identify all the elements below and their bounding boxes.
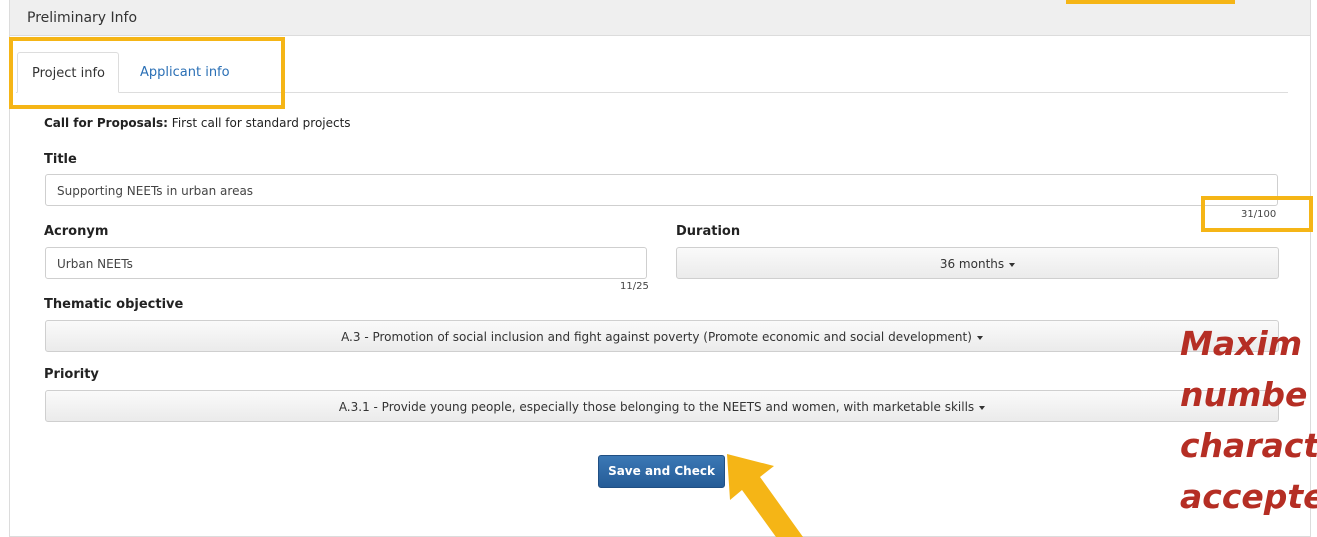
thematic-objective-selected: A.3 - Promotion of social inclusion and … bbox=[341, 330, 972, 344]
annotation-line: numbe bbox=[1180, 375, 1308, 414]
chevron-down-icon bbox=[1009, 262, 1016, 267]
annotation-line: Maxim bbox=[1180, 324, 1303, 363]
annotation-arrow-icon bbox=[727, 454, 803, 537]
counter-highlight bbox=[1201, 196, 1313, 232]
call-for-proposals-value: First call for standard projects bbox=[171, 116, 351, 130]
panel-title: Preliminary Info bbox=[27, 10, 138, 26]
duration-selected: 36 months bbox=[939, 257, 1005, 271]
chevron-down-icon bbox=[976, 335, 983, 340]
acronym-input-value: Urban NEETs bbox=[57, 257, 133, 271]
priority-selected: A.3.1 - Provide young people, especially… bbox=[338, 400, 975, 414]
acronym-label: Acronym bbox=[44, 224, 109, 239]
highlight-fragment-top bbox=[1066, 0, 1235, 4]
call-for-proposals: Call for Proposals: First call for stand… bbox=[44, 116, 351, 130]
annotation-line: charact bbox=[1180, 426, 1317, 465]
acronym-char-counter: 11/25 bbox=[620, 281, 649, 292]
acronym-input[interactable]: Urban NEETs bbox=[45, 247, 647, 279]
title-input-value: Supporting NEETs in urban areas bbox=[57, 184, 254, 198]
annotation-text: Maxim numbe charact accepte bbox=[1180, 318, 1317, 522]
thematic-objective-label: Thematic objective bbox=[44, 297, 184, 312]
duration-label: Duration bbox=[676, 224, 741, 239]
call-for-proposals-label: Call for Proposals: bbox=[44, 116, 168, 130]
priority-dropdown[interactable]: A.3.1 - Provide young people, especially… bbox=[45, 390, 1279, 422]
duration-dropdown[interactable]: 36 months bbox=[676, 247, 1279, 279]
priority-label: Priority bbox=[44, 367, 99, 382]
title-label: Title bbox=[44, 152, 77, 167]
annotation-line: accepte bbox=[1180, 477, 1317, 516]
chevron-down-icon bbox=[979, 405, 986, 410]
title-input[interactable]: Supporting NEETs in urban areas bbox=[45, 174, 1278, 206]
thematic-objective-dropdown[interactable]: A.3 - Promotion of social inclusion and … bbox=[45, 320, 1279, 352]
tabs-highlight bbox=[9, 37, 285, 109]
panel-header: Preliminary Info bbox=[10, 0, 1310, 36]
